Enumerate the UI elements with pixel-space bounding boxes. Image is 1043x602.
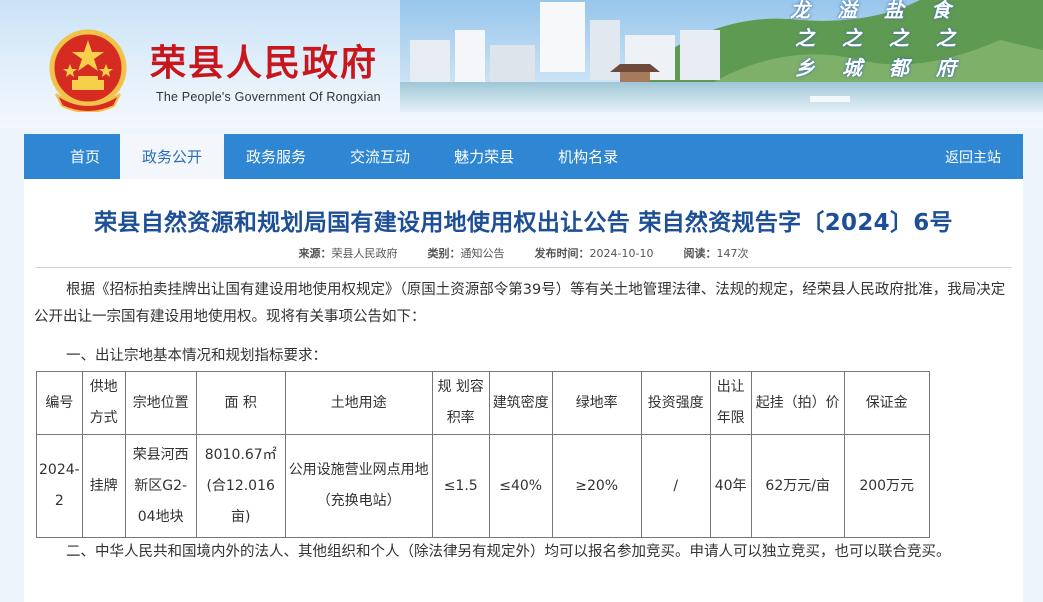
meta-category-value: 通知公告 (460, 247, 505, 260)
meta-views-label: 阅读： (683, 247, 717, 260)
meta-category-label: 类别： (427, 247, 461, 260)
table-cell-area: 8010.67㎡(合12.016亩) (195, 434, 286, 538)
national-emblem-icon (49, 29, 127, 112)
table-cell-supply-method: 挂牌 (81, 434, 126, 538)
slogan-line-2: 之 之 之 之 (795, 26, 966, 50)
site-subtitle: The People's Government Of Rongxian (156, 90, 381, 104)
table-cell-building-density: ≤40% (488, 434, 553, 538)
meta-category: 类别：通知公告 (428, 245, 505, 261)
nav-item-home[interactable]: 首页 (48, 134, 120, 179)
nav-item-gov-services[interactable]: 政务服务 (224, 134, 328, 179)
nav-item-interaction[interactable]: 交流互动 (328, 134, 432, 179)
table-cell-plot-ratio: ≤1.5 (431, 434, 490, 538)
table-header-row: 编号 供地方式 宗地位置 面 积 土地用途 规 划容积率 建筑密度 绿地率 投资… (36, 371, 930, 435)
meta-views: 阅读：147次 (683, 245, 748, 261)
table-cell-term: 40年 (709, 434, 752, 538)
nav-item-directory[interactable]: 机构名录 (536, 134, 640, 179)
back-to-main-site-link[interactable]: 返回主站 (923, 134, 1023, 179)
table-cell-starting-price: 62万元/亩 (750, 434, 845, 538)
article-paragraph-1: 根据《招标拍卖挂牌出让国有建设用地使用权规定》（原国土资源部令第39号）等有关土… (34, 282, 1006, 325)
site-title: 荣县人民政府 (150, 42, 379, 84)
land-info-table: 编号 供地方式 宗地位置 面 积 土地用途 规 划容积率 建筑密度 绿地率 投资… (36, 371, 930, 538)
table-header-cell: 绿地率 (551, 371, 642, 435)
main-nav: 首页 政务公开 政务服务 交流互动 魅力荣县 机构名录 返回主站 (24, 134, 1023, 179)
slogan-line-3: 乡 城 都 府 (795, 56, 966, 80)
table-cell-location: 荣县河西新区G2-04地块 (124, 434, 197, 538)
table-row: 2024-2 挂牌 荣县河西新区G2-04地块 8010.67㎡(合12.016… (36, 434, 930, 538)
nav-item-charm-rongxian[interactable]: 魅力荣县 (432, 134, 536, 179)
divider (35, 267, 1012, 268)
article-paragraph-2: 一、出让宗地基本情况和规划指标要求： (66, 348, 327, 364)
meta-views-value: 147次 (716, 247, 749, 260)
meta-date-value: 2024-10-10 (589, 247, 654, 260)
table-header-cell: 投资强度 (640, 371, 711, 435)
article-title: 荣县自然资源和规划局国有建设用地使用权出让公告 荣自然资规告字〔2024〕6号 (94, 210, 953, 236)
meta-date-label: 发布时间： (534, 247, 590, 260)
meta-source: 来源：荣县人民政府 (299, 245, 398, 261)
meta-date: 发布时间：2024-10-10 (535, 245, 654, 261)
table-header-cell: 宗地位置 (124, 371, 197, 435)
table-cell-green-ratio: ≥20% (551, 434, 642, 538)
table-header-cell: 规 划容积率 (431, 371, 490, 435)
nav-item-gov-affairs-open[interactable]: 政务公开 (120, 134, 225, 179)
table-cell-number: 2024-2 (36, 434, 83, 538)
table-header-cell: 面 积 (195, 371, 286, 435)
table-cell-deposit: 200万元 (843, 434, 930, 538)
table-header-cell: 建筑密度 (488, 371, 553, 435)
article-panel: 荣县自然资源和规划局国有建设用地使用权出让公告 荣自然资规告字〔2024〕6号 … (24, 179, 1023, 602)
meta-source-label: 来源： (298, 247, 332, 260)
table-header-cell: 土地用途 (284, 371, 433, 435)
article-meta: 来源：荣县人民政府 类别：通知公告 发布时间：2024-10-10 阅读：147… (24, 245, 1023, 261)
table-header-cell: 出让年限 (709, 371, 752, 435)
table-cell-land-use: 公用设施营业网点用地（充换电站） (284, 434, 433, 538)
table-header-cell: 编号 (36, 371, 83, 435)
meta-source-value: 荣县人民政府 (331, 247, 398, 260)
table-header-cell: 供地方式 (81, 371, 126, 435)
slogan-line-1: 龙 溢 盐 食 (790, 0, 961, 22)
table-header-cell: 起挂（拍）价 (750, 371, 845, 435)
table-cell-investment-intensity: / (640, 434, 711, 538)
article-paragraph-3: 二、中华人民共和国境内外的法人、其他组织和个人（除法律另有规定外）均可以报名参加… (66, 544, 951, 560)
table-header-cell: 保证金 (843, 371, 930, 435)
site-header: 荣县人民政府 The People's Government Of Rongxi… (0, 0, 1043, 128)
